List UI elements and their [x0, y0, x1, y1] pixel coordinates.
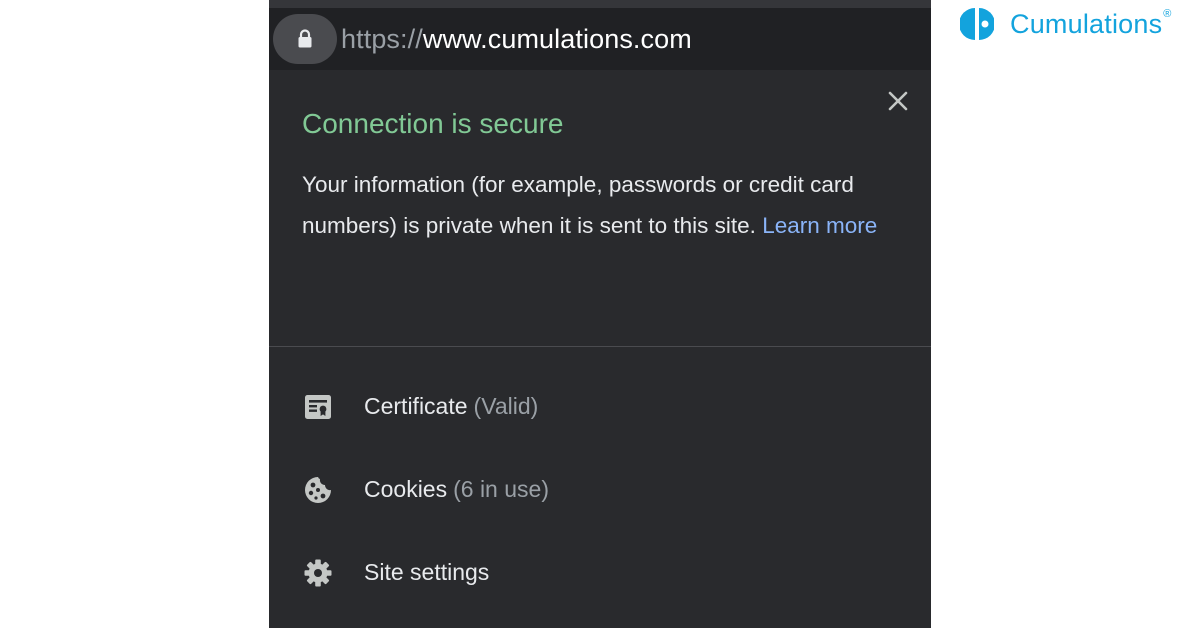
close-icon — [888, 91, 908, 111]
popup-title: Connection is secure — [302, 108, 564, 139]
site-settings-item[interactable]: Site settings — [269, 540, 931, 604]
learn-more-link[interactable]: Learn more — [762, 213, 877, 238]
certificate-label-text: Certificate — [364, 393, 468, 419]
certificate-item[interactable]: Certificate (Valid) — [269, 374, 931, 438]
certificate-label: Certificate (Valid) — [364, 391, 538, 421]
site-settings-label: Site settings — [364, 559, 490, 585]
url-scheme: https:// — [341, 24, 423, 54]
cookies-label: Cookies (6 in use) — [364, 474, 549, 504]
brand-logo: Cumulations ® — [960, 4, 1171, 44]
cookies-label-text: Cookies — [364, 476, 448, 502]
browser-toolbar: https://www.cumulations.com — [269, 0, 931, 70]
lock-icon — [298, 29, 312, 48]
brand-name: Cumulations — [1010, 8, 1163, 39]
cookies-count: (6 in use) — [453, 476, 549, 502]
toolbar-edge — [269, 0, 931, 8]
divider — [269, 346, 931, 347]
url-host: www.cumulations.com — [422, 24, 692, 54]
cookie-icon — [305, 477, 331, 503]
certificate-icon — [305, 395, 331, 419]
url-text[interactable]: https://www.cumulations.com — [341, 21, 692, 57]
gear-icon — [304, 559, 332, 587]
site-info-button[interactable] — [273, 14, 337, 64]
browser-window: https://www.cumulations.com Connection i… — [269, 0, 931, 628]
certificate-status: (Valid) — [473, 393, 539, 419]
brand-registered-mark: ® — [1163, 8, 1172, 20]
address-bar[interactable]: https://www.cumulations.com — [269, 12, 931, 66]
cookies-item[interactable]: Cookies (6 in use) — [269, 457, 931, 521]
page: Cumulations ® https://www.cumulations.com — [0, 0, 1200, 628]
cumulations-logo-icon — [960, 7, 994, 41]
popup-description: Your information (for example, passwords… — [302, 164, 912, 246]
close-button[interactable] — [886, 89, 910, 113]
connection-info-popup: Connection is secure Your information (f… — [269, 70, 931, 628]
